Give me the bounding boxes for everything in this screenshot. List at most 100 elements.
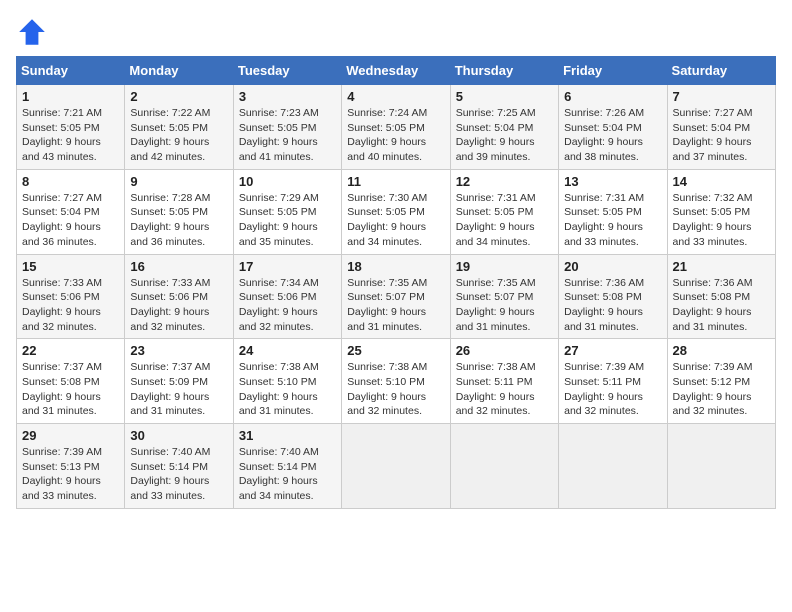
day-number: 31 bbox=[239, 428, 336, 443]
calendar-cell: 7 Sunrise: 7:27 AMSunset: 5:04 PMDaylight… bbox=[667, 85, 775, 170]
day-number: 23 bbox=[130, 343, 227, 358]
day-info: Sunrise: 7:27 AMSunset: 5:04 PMDaylight:… bbox=[673, 106, 770, 165]
day-info: Sunrise: 7:33 AMSunset: 5:06 PMDaylight:… bbox=[130, 276, 227, 335]
calendar-cell: 13 Sunrise: 7:31 AMSunset: 5:05 PMDayligh… bbox=[559, 169, 667, 254]
day-number: 30 bbox=[130, 428, 227, 443]
day-info: Sunrise: 7:35 AMSunset: 5:07 PMDaylight:… bbox=[456, 276, 553, 335]
calendar-header-row: SundayMondayTuesdayWednesdayThursdayFrid… bbox=[17, 57, 776, 85]
weekday-header: Saturday bbox=[667, 57, 775, 85]
calendar-cell bbox=[667, 424, 775, 509]
calendar-week-row: 22 Sunrise: 7:37 AMSunset: 5:08 PMDayligh… bbox=[17, 339, 776, 424]
day-info: Sunrise: 7:38 AMSunset: 5:10 PMDaylight:… bbox=[239, 360, 336, 419]
day-info: Sunrise: 7:30 AMSunset: 5:05 PMDaylight:… bbox=[347, 191, 444, 250]
day-number: 21 bbox=[673, 259, 770, 274]
logo bbox=[16, 16, 52, 48]
day-info: Sunrise: 7:39 AMSunset: 5:11 PMDaylight:… bbox=[564, 360, 661, 419]
weekday-header: Wednesday bbox=[342, 57, 450, 85]
day-number: 5 bbox=[456, 89, 553, 104]
day-number: 18 bbox=[347, 259, 444, 274]
day-number: 7 bbox=[673, 89, 770, 104]
calendar-table: SundayMondayTuesdayWednesdayThursdayFrid… bbox=[16, 56, 776, 509]
day-number: 22 bbox=[22, 343, 119, 358]
calendar-cell: 26 Sunrise: 7:38 AMSunset: 5:11 PMDayligh… bbox=[450, 339, 558, 424]
day-number: 9 bbox=[130, 174, 227, 189]
day-info: Sunrise: 7:39 AMSunset: 5:12 PMDaylight:… bbox=[673, 360, 770, 419]
calendar-cell: 19 Sunrise: 7:35 AMSunset: 5:07 PMDayligh… bbox=[450, 254, 558, 339]
calendar-cell bbox=[342, 424, 450, 509]
calendar-week-row: 15 Sunrise: 7:33 AMSunset: 5:06 PMDayligh… bbox=[17, 254, 776, 339]
calendar-cell: 25 Sunrise: 7:38 AMSunset: 5:10 PMDayligh… bbox=[342, 339, 450, 424]
day-number: 10 bbox=[239, 174, 336, 189]
day-number: 11 bbox=[347, 174, 444, 189]
calendar-week-row: 8 Sunrise: 7:27 AMSunset: 5:04 PMDaylight… bbox=[17, 169, 776, 254]
day-info: Sunrise: 7:39 AMSunset: 5:13 PMDaylight:… bbox=[22, 445, 119, 504]
day-info: Sunrise: 7:37 AMSunset: 5:08 PMDaylight:… bbox=[22, 360, 119, 419]
calendar-cell: 24 Sunrise: 7:38 AMSunset: 5:10 PMDayligh… bbox=[233, 339, 341, 424]
weekday-header: Friday bbox=[559, 57, 667, 85]
day-info: Sunrise: 7:31 AMSunset: 5:05 PMDaylight:… bbox=[456, 191, 553, 250]
calendar-cell: 4Sunrise: 7:24 AMSunset: 5:05 PMDaylight… bbox=[342, 85, 450, 170]
day-info: Sunrise: 7:22 AMSunset: 5:05 PMDaylight:… bbox=[130, 106, 227, 165]
day-number: 13 bbox=[564, 174, 661, 189]
day-info: Sunrise: 7:29 AMSunset: 5:05 PMDaylight:… bbox=[239, 191, 336, 250]
day-number: 3 bbox=[239, 89, 336, 104]
day-number: 14 bbox=[673, 174, 770, 189]
calendar-cell bbox=[559, 424, 667, 509]
calendar-cell: 21 Sunrise: 7:36 AMSunset: 5:08 PMDayligh… bbox=[667, 254, 775, 339]
day-number: 28 bbox=[673, 343, 770, 358]
day-number: 24 bbox=[239, 343, 336, 358]
day-number: 20 bbox=[564, 259, 661, 274]
day-number: 8 bbox=[22, 174, 119, 189]
day-info: Sunrise: 7:34 AMSunset: 5:06 PMDaylight:… bbox=[239, 276, 336, 335]
day-number: 2 bbox=[130, 89, 227, 104]
calendar-week-row: 1 Sunrise: 7:21 AMSunset: 5:05 PMDaylight… bbox=[17, 85, 776, 170]
day-info: Sunrise: 7:21 AMSunset: 5:05 PMDaylight:… bbox=[22, 106, 119, 165]
day-info: Sunrise: 7:27 AMSunset: 5:04 PMDaylight:… bbox=[22, 191, 119, 250]
day-number: 15 bbox=[22, 259, 119, 274]
calendar-cell: 17Sunrise: 7:34 AMSunset: 5:06 PMDayligh… bbox=[233, 254, 341, 339]
day-info: Sunrise: 7:40 AMSunset: 5:14 PMDaylight:… bbox=[239, 445, 336, 504]
calendar-cell: 16Sunrise: 7:33 AMSunset: 5:06 PMDayligh… bbox=[125, 254, 233, 339]
calendar-cell: 10 Sunrise: 7:29 AMSunset: 5:05 PMDayligh… bbox=[233, 169, 341, 254]
calendar-cell: 6Sunrise: 7:26 AMSunset: 5:04 PMDaylight… bbox=[559, 85, 667, 170]
calendar-cell: 14 Sunrise: 7:32 AMSunset: 5:05 PMDayligh… bbox=[667, 169, 775, 254]
calendar-cell: 29Sunrise: 7:39 AMSunset: 5:13 PMDayligh… bbox=[17, 424, 125, 509]
day-info: Sunrise: 7:28 AMSunset: 5:05 PMDaylight:… bbox=[130, 191, 227, 250]
calendar-cell: 8 Sunrise: 7:27 AMSunset: 5:04 PMDaylight… bbox=[17, 169, 125, 254]
day-number: 1 bbox=[22, 89, 119, 104]
day-number: 12 bbox=[456, 174, 553, 189]
day-info: Sunrise: 7:38 AMSunset: 5:10 PMDaylight:… bbox=[347, 360, 444, 419]
day-info: Sunrise: 7:35 AMSunset: 5:07 PMDaylight:… bbox=[347, 276, 444, 335]
weekday-header: Sunday bbox=[17, 57, 125, 85]
calendar-cell: 28 Sunrise: 7:39 AMSunset: 5:12 PMDayligh… bbox=[667, 339, 775, 424]
calendar-cell: 5Sunrise: 7:25 AMSunset: 5:04 PMDaylight… bbox=[450, 85, 558, 170]
day-info: Sunrise: 7:40 AMSunset: 5:14 PMDaylight:… bbox=[130, 445, 227, 504]
calendar-cell: 18 Sunrise: 7:35 AMSunset: 5:07 PMDayligh… bbox=[342, 254, 450, 339]
calendar-cell: 31 Sunrise: 7:40 AMSunset: 5:14 PMDayligh… bbox=[233, 424, 341, 509]
logo-icon bbox=[16, 16, 48, 48]
day-number: 27 bbox=[564, 343, 661, 358]
day-info: Sunrise: 7:36 AMSunset: 5:08 PMDaylight:… bbox=[564, 276, 661, 335]
day-number: 25 bbox=[347, 343, 444, 358]
day-number: 4 bbox=[347, 89, 444, 104]
calendar-cell: 2 Sunrise: 7:22 AMSunset: 5:05 PMDaylight… bbox=[125, 85, 233, 170]
day-info: Sunrise: 7:33 AMSunset: 5:06 PMDaylight:… bbox=[22, 276, 119, 335]
weekday-header: Monday bbox=[125, 57, 233, 85]
calendar-cell bbox=[450, 424, 558, 509]
day-info: Sunrise: 7:38 AMSunset: 5:11 PMDaylight:… bbox=[456, 360, 553, 419]
calendar-cell: 9 Sunrise: 7:28 AMSunset: 5:05 PMDaylight… bbox=[125, 169, 233, 254]
day-info: Sunrise: 7:32 AMSunset: 5:05 PMDaylight:… bbox=[673, 191, 770, 250]
weekday-header: Tuesday bbox=[233, 57, 341, 85]
calendar-cell: 23Sunrise: 7:37 AMSunset: 5:09 PMDayligh… bbox=[125, 339, 233, 424]
day-number: 6 bbox=[564, 89, 661, 104]
calendar-cell: 15 Sunrise: 7:33 AMSunset: 5:06 PMDayligh… bbox=[17, 254, 125, 339]
day-number: 19 bbox=[456, 259, 553, 274]
day-number: 26 bbox=[456, 343, 553, 358]
calendar-cell: 20 Sunrise: 7:36 AMSunset: 5:08 PMDayligh… bbox=[559, 254, 667, 339]
calendar-cell: 11 Sunrise: 7:30 AMSunset: 5:05 PMDayligh… bbox=[342, 169, 450, 254]
day-info: Sunrise: 7:36 AMSunset: 5:08 PMDaylight:… bbox=[673, 276, 770, 335]
day-info: Sunrise: 7:31 AMSunset: 5:05 PMDaylight:… bbox=[564, 191, 661, 250]
calendar-week-row: 29Sunrise: 7:39 AMSunset: 5:13 PMDayligh… bbox=[17, 424, 776, 509]
day-info: Sunrise: 7:23 AMSunset: 5:05 PMDaylight:… bbox=[239, 106, 336, 165]
weekday-header: Thursday bbox=[450, 57, 558, 85]
